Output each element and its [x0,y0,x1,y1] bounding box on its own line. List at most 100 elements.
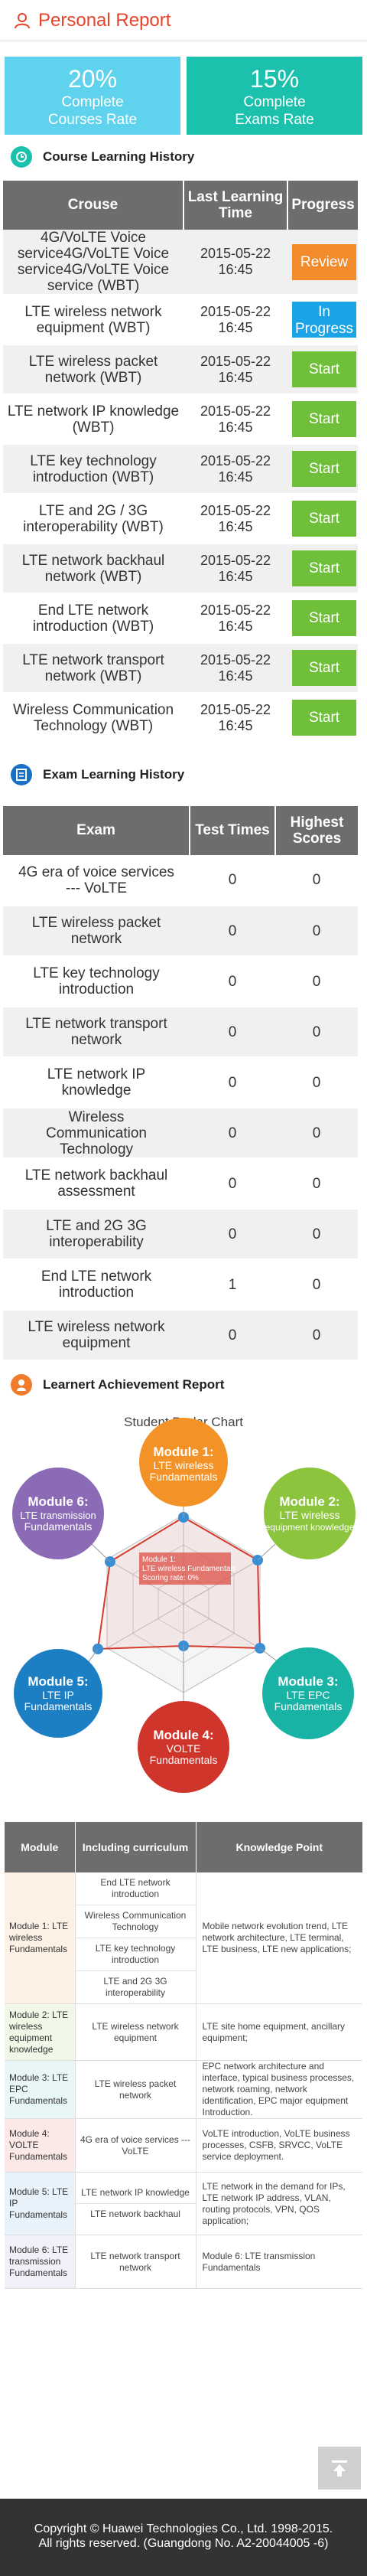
copyright-line-1: Copyright © Huawei Technologies Co., Ltd… [34,2522,333,2535]
course-start-button[interactable]: Start [292,700,356,736]
achievement-curriculum: LTE wireless network equipment [74,2003,196,2061]
course-progress-cell: Review [287,230,358,295]
course-date: 2015-05-22 [200,403,271,419]
course-start-button[interactable]: Start [292,501,356,537]
course-last-time: 2015-05-22 16:45 [184,544,287,594]
course-start-button[interactable]: Start [292,351,356,387]
achievement-row: Module 3: LTE EPC Fundamentals LTE wirele… [5,2060,362,2119]
achievement-icon [11,1374,32,1396]
course-start-button[interactable]: Start [292,650,356,686]
course-date: 2015-05-22 [200,246,271,261]
exam-row: LTE network IP knowledge 0 0 [3,1057,358,1108]
course-name: LTE and 2G / 3G interoperability (WBT) [3,494,184,544]
course-start-button[interactable]: Start [292,600,356,636]
course-date: 2015-05-22 [200,452,271,469]
course-history-title: Course Learning History [43,149,195,164]
achievement-heading: Learnert Achievement Report [0,1372,367,1398]
personal-report-page: Personal Report 20% Complete Courses Rat… [0,0,367,2576]
time-column-header: Last Learning Time [184,181,288,230]
course-start-button[interactable]: Start [292,451,356,487]
course-date: 2015-05-22 [200,701,271,717]
radar-tooltip-line-2: LTE wireless Fundamentals [142,1565,236,1573]
achievement-row: Module 1: LTE wireless Fundamentals End L… [5,1872,362,2004]
scroll-to-top-button[interactable] [318,2447,361,2489]
exam-row: LTE network transport network 0 0 [3,1007,358,1058]
exam-highest-score: 0 [275,1259,358,1311]
module-3-bubble[interactable]: Module 3: LTE EPC Fundamentals [262,1647,354,1739]
module-2-bubble[interactable]: Module 2: LTE wireless equipment knowled… [264,1468,356,1559]
course-time: 16:45 [218,618,253,634]
exam-name: 4G era of voice services --- VoLTE [3,855,190,906]
course-start-button[interactable]: Start [292,550,356,586]
achievement-curriculum: LTE wireless packet network [74,2060,196,2119]
exam-icon [11,764,32,785]
module-4-sub2: Fundamentals [150,1754,218,1766]
test-times-column-header: Test Times [190,806,276,855]
module-5-bubble[interactable]: Module 5: LTE IP Fundamentals [14,1649,102,1738]
exam-rate-label-1: Complete [243,94,306,110]
course-row: LTE network transport network (WBT) 2015-… [3,643,358,694]
course-name: LTE network IP knowledge (WBT) [3,394,184,445]
exam-test-times: 0 [190,1209,275,1260]
course-progress-cell: Start [287,544,358,594]
exam-highest-score: 0 [275,1057,358,1108]
course-date: 2015-05-22 [200,502,271,518]
course-rate-label-2: Courses Rate [47,112,138,128]
progress-column-header: Progress [287,181,358,230]
course-row: LTE network IP knowledge (WBT) 2015-05-22… [3,394,358,445]
course-date: 2015-05-22 [200,303,271,319]
course-start-button[interactable]: Start [292,401,356,437]
module-4-bubble[interactable]: Module 4: VOLTE Fundamentals [138,1701,229,1793]
achievement-module: Module 1: LTE wireless Fundamentals [5,1872,75,2004]
achievement-knowledge: Mobile network evolution trend, LTE netw… [196,1872,362,2004]
course-progress-cell: Start [287,494,358,544]
achievement-knowledge: VoLTE introduction, VoLTE business proce… [196,2118,362,2173]
exam-highest-score: 0 [275,855,358,906]
exam-test-times: 0 [190,1057,275,1108]
exam-table: Exam Test Times Highest Scores 4G era of… [3,806,358,1361]
module-5-label: Module 5: [28,1674,88,1689]
course-progress-cell: Start [287,444,358,495]
exam-rate-card: 15% Complete Exams Rate [187,57,362,135]
course-time: 16:45 [218,419,253,435]
course-column-header: Crouse [3,181,184,230]
course-progress-button[interactable]: In Progress [292,302,356,338]
connector-5 [87,1648,99,1663]
module-3-sub2: Fundamentals [274,1700,343,1712]
exam-history-title: Exam Learning History [43,767,185,782]
exam-history-heading: Exam Learning History [0,762,367,788]
exam-test-times: 1 [190,1259,275,1311]
course-date: 2015-05-22 [200,353,271,369]
module-1-bubble[interactable]: Module 1: LTE wireless Fundamentals [139,1418,228,1507]
copyright-line-2: All rights reserved. (Guangdong No. A2-2… [38,2537,329,2550]
user-icon [15,12,30,28]
exam-name: Wireless Communication Technology [3,1108,190,1159]
module-6-bubble[interactable]: Module 6: LTE transmission Fundamentals [12,1468,104,1559]
module-2-label: Module 2: [279,1494,339,1509]
course-last-time: 2015-05-22 16:45 [184,394,287,445]
exam-test-times: 0 [190,855,275,906]
achievement-knowledge: LTE network in the demand for IPs, LTE n… [196,2172,362,2235]
course-name: LTE network backhaul network (WBT) [3,544,184,594]
achievement-knowledge: LTE site home equipment, ancillary equip… [196,2003,362,2061]
module-1-label: Module 1: [153,1445,213,1459]
course-table: Crouse Last Learning Time Progress 4G/Vo… [3,181,358,743]
course-progress-cell: Start [287,693,358,743]
completion-rates: 20% Complete Courses Rate 15% Complete E… [0,41,367,142]
exam-highest-score: 0 [275,1007,358,1058]
course-row: LTE wireless packet network (WBT) 2015-05… [3,344,358,395]
module-6-sub1: LTE transmission [20,1510,96,1521]
course-rate-card: 20% Complete Courses Rate [5,57,180,135]
module-1-sub2: Fundamentals [150,1471,218,1483]
course-last-time: 2015-05-22 16:45 [184,344,287,395]
module-2-sub1: LTE wireless [279,1509,339,1521]
course-date: 2015-05-22 [200,552,271,568]
course-history-heading: Course Learning History [0,144,367,170]
course-time: 16:45 [218,262,253,277]
curriculum-item: LTE and 2G 3G interoperability [103,1976,167,1998]
module-5-sub2: Fundamentals [24,1700,93,1712]
course-review-button[interactable]: Review [292,243,356,280]
exam-name: LTE and 2G 3G interoperability [3,1209,190,1260]
course-last-time: 2015-05-22 16:45 [184,295,287,345]
radar-svg: Module 1: LTE wireless Fundamentals Scor… [12,1418,356,1793]
